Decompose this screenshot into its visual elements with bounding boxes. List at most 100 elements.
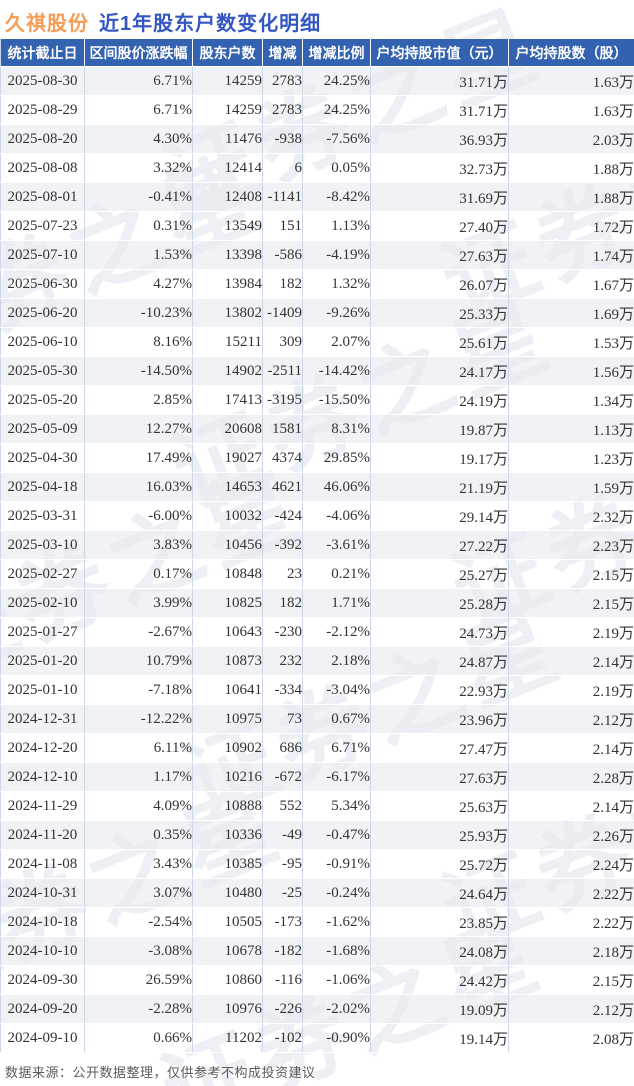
- cell-date: 2024-12-10: [1, 763, 85, 792]
- cell-price-change: 3.07%: [85, 879, 193, 908]
- cell-avg-shares: 1.74万: [509, 241, 634, 270]
- cell-price-change: 8.16%: [85, 328, 193, 357]
- table-row: 2025-05-30-14.50%14902-2511-14.42%24.17万…: [1, 357, 634, 386]
- cell-avg-shares: 2.12万: [509, 995, 634, 1024]
- cell-delta: -2511: [263, 357, 303, 386]
- cell-holders: 10678: [193, 937, 263, 966]
- table-row: 2024-11-294.09%108885525.34%25.63万2.14万: [1, 792, 634, 821]
- cell-price-change: 12.27%: [85, 415, 193, 444]
- table-row: 2025-01-2010.79%108732322.18%24.87万2.14万: [1, 647, 634, 676]
- cell-avg-market-value: 21.19万: [371, 473, 509, 502]
- cell-holders: 14653: [193, 473, 263, 502]
- cell-date: 2025-08-20: [1, 125, 85, 154]
- cell-delta-ratio: 2.07%: [303, 328, 371, 357]
- cell-delta-ratio: 1.32%: [303, 270, 371, 299]
- cell-delta-ratio: 0.05%: [303, 154, 371, 183]
- cell-avg-market-value: 32.73万: [371, 154, 509, 183]
- cell-avg-market-value: 27.63万: [371, 241, 509, 270]
- cell-holders: 10216: [193, 763, 263, 792]
- cell-delta-ratio: 46.06%: [303, 473, 371, 502]
- cell-avg-market-value: 24.64万: [371, 879, 509, 908]
- column-header-price-change: 区间股价涨跌幅: [85, 39, 193, 67]
- cell-holders: 10480: [193, 879, 263, 908]
- cell-delta: -95: [263, 850, 303, 879]
- cell-avg-shares: 1.88万: [509, 183, 634, 212]
- table-row: 2025-05-202.85%17413-3195-15.50%24.19万1.…: [1, 386, 634, 415]
- cell-avg-shares: 1.67万: [509, 270, 634, 299]
- shareholder-count-table: 统计截止日区间股价涨跌幅股东户数增减增减比例户均持股市值（元）户均持股数（股） …: [0, 39, 634, 1053]
- table-row: 2024-10-313.07%10480-25-0.24%24.64万2.22万: [1, 879, 634, 908]
- cell-date: 2024-11-29: [1, 792, 85, 821]
- cell-price-change: 10.79%: [85, 647, 193, 676]
- cell-price-change: 3.43%: [85, 850, 193, 879]
- table-row: 2024-09-20-2.28%10976-226-2.02%19.09万2.1…: [1, 995, 634, 1024]
- cell-avg-market-value: 25.63万: [371, 792, 509, 821]
- cell-delta-ratio: 8.31%: [303, 415, 371, 444]
- cell-delta: -102: [263, 1024, 303, 1053]
- column-header-date: 统计截止日: [1, 39, 85, 67]
- cell-holders: 10873: [193, 647, 263, 676]
- cell-date: 2024-09-10: [1, 1024, 85, 1053]
- cell-holders: 10643: [193, 618, 263, 647]
- cell-date: 2025-08-01: [1, 183, 85, 212]
- cell-price-change: -6.00%: [85, 502, 193, 531]
- cell-price-change: 1.17%: [85, 763, 193, 792]
- cell-date: 2025-08-08: [1, 154, 85, 183]
- cell-avg-market-value: 23.96万: [371, 705, 509, 734]
- cell-delta-ratio: -8.42%: [303, 183, 371, 212]
- cell-delta-ratio: 1.13%: [303, 212, 371, 241]
- cell-avg-shares: 1.59万: [509, 473, 634, 502]
- cell-delta: 552: [263, 792, 303, 821]
- cell-delta: 23: [263, 560, 303, 589]
- cell-avg-shares: 2.23万: [509, 531, 634, 560]
- cell-holders: 10641: [193, 676, 263, 705]
- cell-price-change: 4.09%: [85, 792, 193, 821]
- cell-delta-ratio: -0.91%: [303, 850, 371, 879]
- cell-date: 2025-03-10: [1, 531, 85, 560]
- cell-avg-shares: 2.12万: [509, 705, 634, 734]
- cell-avg-shares: 1.69万: [509, 299, 634, 328]
- cell-delta-ratio: -3.04%: [303, 676, 371, 705]
- cell-avg-market-value: 27.63万: [371, 763, 509, 792]
- cell-delta: 4621: [263, 473, 303, 502]
- table-row: 2025-08-204.30%11476-938-7.56%36.93万2.03…: [1, 125, 634, 154]
- cell-price-change: -10.23%: [85, 299, 193, 328]
- column-header-avg-market-value: 户均持股市值（元）: [371, 39, 509, 67]
- table-row: 2025-01-27-2.67%10643-230-2.12%24.73万2.1…: [1, 618, 634, 647]
- cell-date: 2025-01-27: [1, 618, 85, 647]
- cell-delta: -586: [263, 241, 303, 270]
- cell-date: 2025-05-09: [1, 415, 85, 444]
- cell-price-change: 3.32%: [85, 154, 193, 183]
- cell-delta: 232: [263, 647, 303, 676]
- table-row: 2025-07-101.53%13398-586-4.19%27.63万1.74…: [1, 241, 634, 270]
- cell-delta: 73: [263, 705, 303, 734]
- cell-delta: 2783: [263, 67, 303, 96]
- cell-delta: 182: [263, 589, 303, 618]
- cell-price-change: 26.59%: [85, 966, 193, 995]
- cell-delta: 151: [263, 212, 303, 241]
- cell-avg-shares: 2.18万: [509, 937, 634, 966]
- cell-avg-market-value: 25.33万: [371, 299, 509, 328]
- cell-price-change: -0.41%: [85, 183, 193, 212]
- cell-delta: 6: [263, 154, 303, 183]
- cell-price-change: 0.66%: [85, 1024, 193, 1053]
- table-row: 2025-08-296.71%14259278324.25%31.71万1.63…: [1, 96, 634, 125]
- cell-delta-ratio: 24.25%: [303, 67, 371, 96]
- cell-date: 2025-01-20: [1, 647, 85, 676]
- cell-avg-market-value: 27.40万: [371, 212, 509, 241]
- cell-delta: -3195: [263, 386, 303, 415]
- cell-holders: 10505: [193, 908, 263, 937]
- cell-date: 2025-02-10: [1, 589, 85, 618]
- cell-delta: -230: [263, 618, 303, 647]
- cell-date: 2025-03-31: [1, 502, 85, 531]
- cell-avg-shares: 1.72万: [509, 212, 634, 241]
- table-row: 2024-10-10-3.08%10678-182-1.68%24.08万2.1…: [1, 937, 634, 966]
- column-header-delta: 增减: [263, 39, 303, 67]
- cell-holders: 11202: [193, 1024, 263, 1053]
- cell-avg-shares: 1.56万: [509, 357, 634, 386]
- cell-date: 2024-09-20: [1, 995, 85, 1024]
- cell-price-change: 4.27%: [85, 270, 193, 299]
- cell-holders: 14902: [193, 357, 263, 386]
- cell-avg-market-value: 25.28万: [371, 589, 509, 618]
- cell-avg-shares: 2.14万: [509, 734, 634, 763]
